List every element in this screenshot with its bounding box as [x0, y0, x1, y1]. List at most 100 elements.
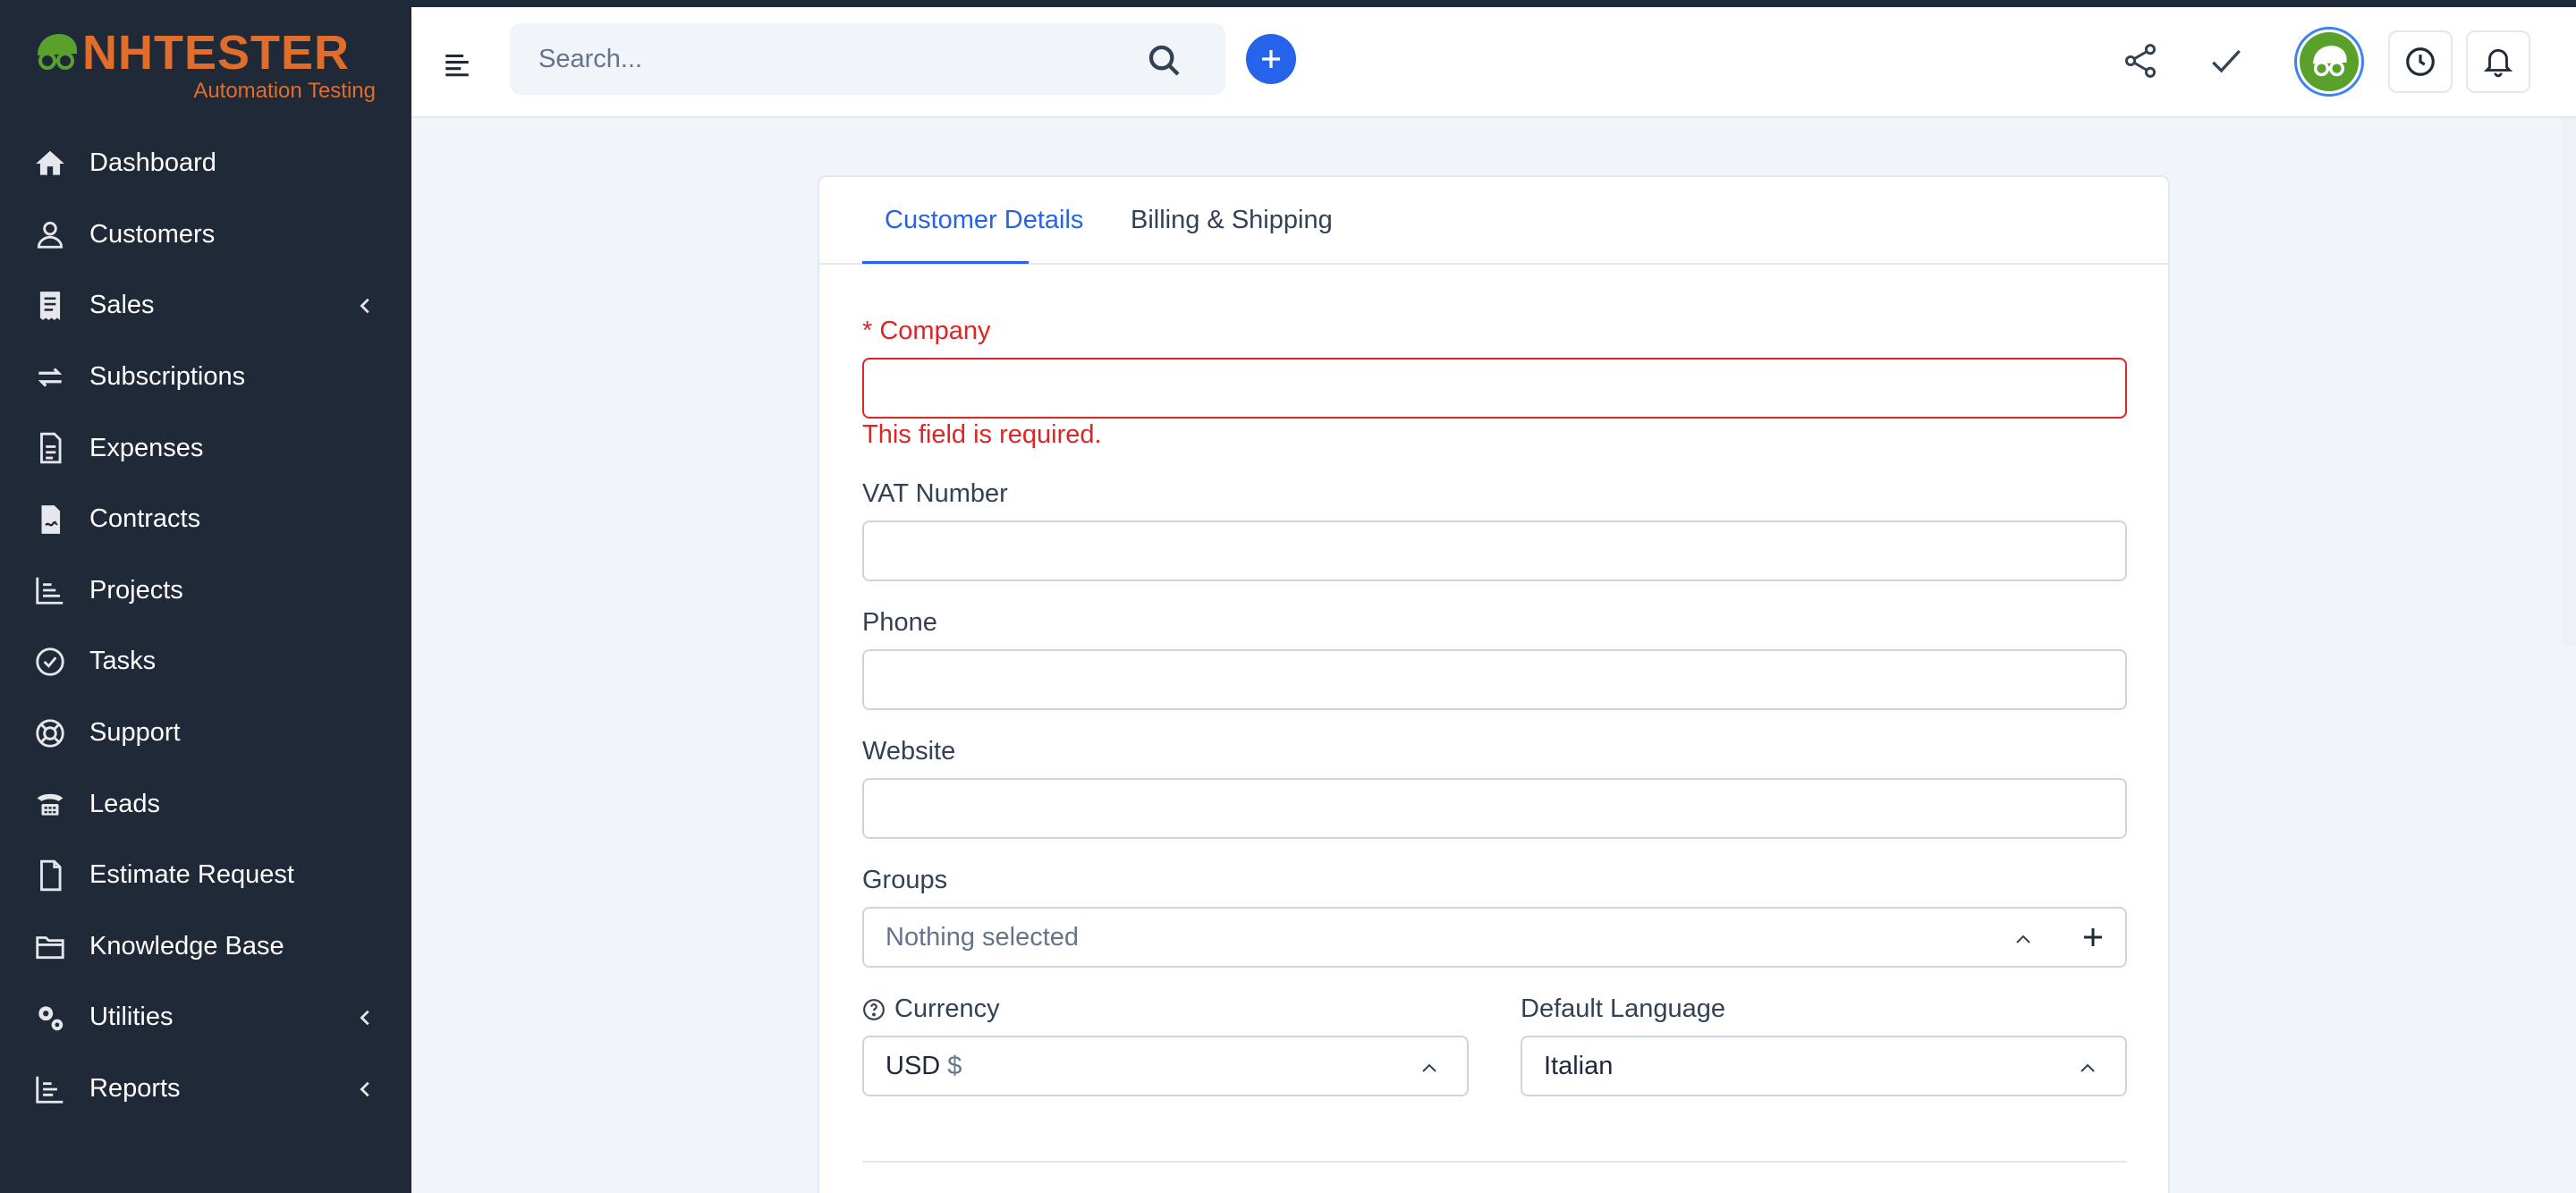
- vat-label: VAT Number: [862, 479, 1008, 508]
- phone-label: Phone: [862, 608, 937, 637]
- check-circle-icon: [32, 644, 68, 680]
- company-label: * Company: [862, 317, 990, 346]
- chevron-up-icon: [1422, 1063, 1436, 1072]
- default-language-select[interactable]: Italian: [1521, 1036, 2127, 1096]
- notifications-button[interactable]: [2466, 30, 2530, 93]
- contract-icon: [32, 502, 68, 537]
- required-mark: *: [862, 317, 873, 345]
- section-divider: [862, 1161, 2127, 1163]
- phone-icon: [32, 786, 68, 822]
- default-language-value: Italian: [1544, 1051, 1614, 1080]
- company-error-text: This field is required.: [862, 420, 1102, 449]
- brand-logo[interactable]: NHTESTER Automation Testing: [32, 25, 390, 111]
- groups-select[interactable]: Nothing selected: [862, 907, 2063, 968]
- sidebar-item-label: Subscriptions: [89, 362, 246, 392]
- plus-icon: [2084, 928, 2102, 946]
- refresh-icon: [32, 360, 68, 395]
- currency-select[interactable]: USD $: [862, 1036, 1469, 1096]
- plus-icon: [1262, 50, 1280, 68]
- brand-tagline: Automation Testing: [193, 79, 376, 103]
- timer-button[interactable]: [2388, 30, 2453, 93]
- form-tabs: Customer Details Billing & Shipping: [819, 177, 2168, 265]
- quick-create-button[interactable]: [1246, 34, 1296, 84]
- sidebar-item-label: Dashboard: [89, 148, 216, 178]
- sidebar-item-subscriptions[interactable]: Subscriptions: [0, 342, 411, 413]
- folder-icon: [32, 928, 68, 964]
- sidebar-item-utilities[interactable]: Utilities: [0, 982, 411, 1053]
- top-header: [411, 7, 2576, 118]
- document-icon: [32, 430, 68, 466]
- sidebar: NHTESTER Automation Testing Dashboard Cu…: [0, 0, 411, 1193]
- sidebar-item-label: Leads: [89, 789, 161, 818]
- file-icon: [32, 858, 68, 893]
- receipt-icon: [32, 288, 68, 324]
- brand-mark-icon: [38, 34, 77, 70]
- sidebar-item-dashboard[interactable]: Dashboard: [0, 128, 411, 199]
- website-field[interactable]: [862, 778, 2127, 839]
- lifebuoy-icon: [32, 715, 68, 751]
- add-group-button[interactable]: [2061, 907, 2127, 968]
- phone-field[interactable]: [862, 649, 2127, 710]
- company-field[interactable]: [862, 358, 2127, 419]
- chart-icon: [32, 572, 68, 608]
- cogs-icon: [32, 1000, 68, 1036]
- clock-icon: [2406, 47, 2435, 76]
- user-icon: [32, 216, 68, 252]
- sidebar-nav: Dashboard Customers Sales Subscriptions: [0, 128, 411, 1124]
- chevron-left-icon: [360, 1081, 369, 1096]
- chevron-up-icon: [2016, 935, 2030, 943]
- chevron-left-icon: [360, 1010, 369, 1026]
- sidebar-item-contracts[interactable]: Contracts: [0, 484, 411, 555]
- sidebar-item-label: Estimate Request: [89, 860, 294, 890]
- share-icon[interactable]: [2121, 41, 2160, 80]
- groups-label: Groups: [862, 866, 948, 894]
- sidebar-item-customers[interactable]: Customers: [0, 199, 411, 271]
- default-language-label: Default Language: [1521, 994, 1725, 1023]
- sidebar-item-label: Reports: [89, 1074, 181, 1104]
- search-input[interactable]: [510, 23, 1225, 95]
- active-tab-indicator: [862, 261, 1029, 264]
- currency-value: USD: [886, 1051, 941, 1080]
- search-icon[interactable]: [1147, 43, 1182, 79]
- sidebar-item-leads[interactable]: Leads: [0, 768, 411, 840]
- home-icon: [32, 146, 68, 182]
- sidebar-item-reports[interactable]: Reports: [0, 1053, 411, 1125]
- sidebar-item-label: Support: [89, 718, 181, 748]
- currency-symbol: $: [947, 1051, 962, 1080]
- vat-number-field[interactable]: [862, 520, 2127, 581]
- sidebar-item-label: Projects: [89, 575, 183, 605]
- reports-icon: [32, 1071, 68, 1107]
- chevron-up-icon: [2080, 1063, 2095, 1072]
- page-scrollbar[interactable]: [2562, 118, 2576, 646]
- sidebar-item-label: Knowledge Base: [89, 931, 284, 960]
- sidebar-item-knowledge-base[interactable]: Knowledge Base: [0, 911, 411, 983]
- sidebar-item-expenses[interactable]: Expenses: [0, 412, 411, 484]
- brand-name-rest: NHTESTER: [82, 26, 351, 80]
- website-label: Website: [862, 737, 956, 766]
- sidebar-item-label: Sales: [89, 291, 155, 320]
- sidebar-item-label: Utilities: [89, 1003, 174, 1032]
- brand-name: NHTESTER: [32, 25, 350, 80]
- sidebar-item-label: Contracts: [89, 504, 201, 534]
- checkmark-icon[interactable]: [2207, 41, 2246, 80]
- tab-billing-shipping[interactable]: Billing & Shipping: [1131, 206, 1333, 235]
- sidebar-item-label: Customers: [89, 219, 216, 249]
- customer-form-panel: Customer Details Billing & Shipping * Co…: [818, 175, 2170, 1193]
- menu-toggle-icon[interactable]: [442, 48, 472, 79]
- company-label-text: Company: [879, 317, 991, 345]
- groups-placeholder: Nothing selected: [886, 922, 1080, 952]
- currency-label: Currency: [894, 994, 1000, 1023]
- sidebar-item-label: Tasks: [89, 647, 157, 676]
- bell-icon: [2483, 48, 2513, 78]
- avatar-image: [2300, 32, 2359, 91]
- sidebar-item-tasks[interactable]: Tasks: [0, 626, 411, 698]
- sidebar-item-sales[interactable]: Sales: [0, 270, 411, 342]
- avatar[interactable]: [2294, 27, 2364, 97]
- help-icon[interactable]: [862, 998, 886, 1021]
- chevron-left-icon: [360, 298, 369, 314]
- sidebar-item-estimate-request[interactable]: Estimate Request: [0, 840, 411, 911]
- sidebar-item-projects[interactable]: Projects: [0, 555, 411, 627]
- sidebar-item-label: Expenses: [89, 433, 204, 462]
- sidebar-item-support[interactable]: Support: [0, 698, 411, 769]
- tab-customer-details[interactable]: Customer Details: [885, 206, 1083, 235]
